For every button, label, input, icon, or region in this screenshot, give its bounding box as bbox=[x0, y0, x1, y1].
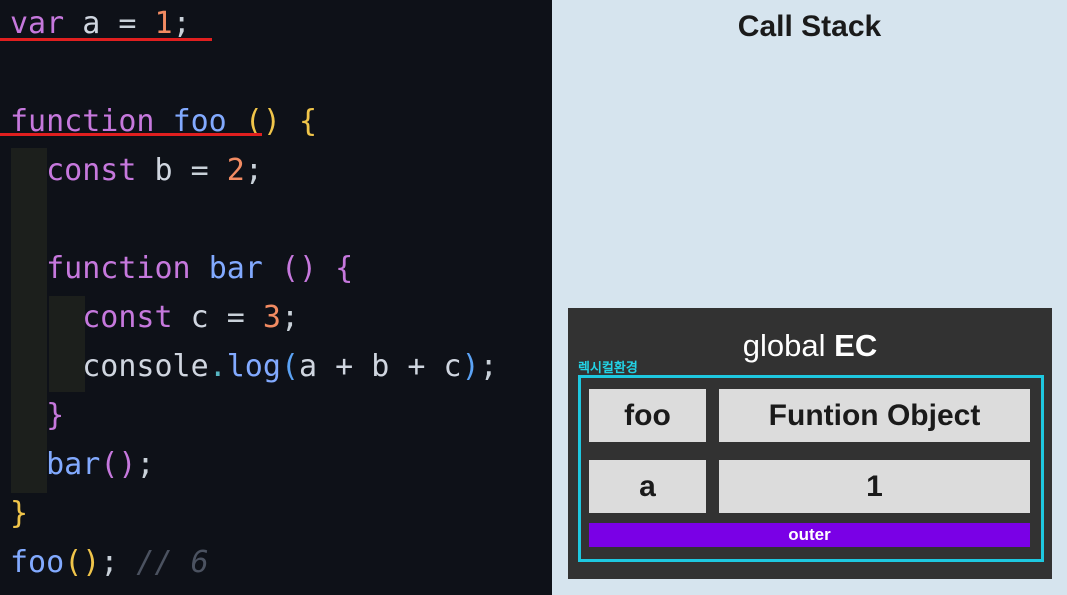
code-token: 2 bbox=[226, 153, 245, 188]
code-token: ; bbox=[280, 300, 299, 335]
ec-title: global EC bbox=[568, 328, 1052, 364]
code-token: 3 bbox=[262, 300, 281, 335]
code-token: { bbox=[335, 251, 354, 286]
code-token: a + b + c bbox=[299, 349, 462, 384]
code-token: b bbox=[154, 153, 173, 188]
record-value-foo: Funtion Object bbox=[719, 389, 1030, 442]
global-execution-context: global EC 렉시컬환경 foo Funtion Object a 1 o… bbox=[568, 308, 1052, 579]
code-token: 1 bbox=[154, 6, 173, 41]
underline-var-a bbox=[0, 38, 212, 41]
code-token: const bbox=[10, 300, 173, 335]
code-token: = bbox=[208, 300, 263, 335]
code-token: } bbox=[10, 496, 29, 531]
code-token: { bbox=[299, 104, 318, 139]
record-name-a: a bbox=[589, 460, 706, 513]
ec-title-strong: EC bbox=[834, 328, 878, 363]
code-line: foo(); // 6 bbox=[10, 539, 209, 587]
code-token: log bbox=[226, 349, 281, 384]
outer-reference: outer bbox=[589, 523, 1030, 547]
code-token: bar bbox=[10, 447, 101, 482]
code-token: ; bbox=[479, 349, 498, 384]
code-line: function foo () { bbox=[10, 98, 317, 146]
code-token: // 6 bbox=[118, 545, 209, 580]
code-token: const bbox=[10, 153, 137, 188]
record-name-foo: foo bbox=[589, 389, 706, 442]
code-token: foo bbox=[10, 545, 65, 580]
code-line: function bar () { bbox=[10, 245, 353, 293]
call-stack-panel: Call Stack global EC 렉시컬환경 foo Funtion O… bbox=[552, 0, 1067, 595]
code-token: bar bbox=[208, 251, 263, 286]
ec-title-prefix: global bbox=[742, 328, 835, 363]
code-token: a bbox=[82, 6, 101, 41]
code-line: const b = 2; bbox=[10, 147, 263, 195]
call-stack-title: Call Stack bbox=[737, 10, 882, 43]
code-token: var bbox=[10, 6, 65, 41]
code-editor[interactable]: var a = 1; function foo () { const b = 2;… bbox=[0, 0, 552, 595]
underline-function-foo bbox=[0, 133, 262, 136]
code-token: = bbox=[172, 153, 227, 188]
code-line: } bbox=[10, 490, 28, 538]
code-token: . bbox=[208, 349, 227, 384]
record-value-a: 1 bbox=[719, 460, 1030, 513]
code-token: () bbox=[280, 251, 318, 286]
code-token: = bbox=[100, 6, 155, 41]
code-token: ) bbox=[461, 349, 480, 384]
code-token: function bbox=[10, 251, 191, 286]
code-line: } bbox=[10, 392, 64, 440]
code-line: bar(); bbox=[10, 441, 155, 489]
code-token: } bbox=[10, 398, 65, 433]
code-token: console bbox=[10, 349, 209, 384]
code-token: c bbox=[190, 300, 209, 335]
code-line: console.log(a + b + c); bbox=[10, 343, 498, 391]
code-token: () bbox=[64, 545, 101, 580]
code-token: ( bbox=[280, 349, 299, 384]
code-token: ; bbox=[172, 6, 191, 41]
code-line: const c = 3; bbox=[10, 294, 299, 342]
code-token: ; bbox=[100, 545, 119, 580]
lexical-environment-label: 렉시컬환경 bbox=[578, 361, 638, 376]
code-token: ; bbox=[136, 447, 155, 482]
lexical-environment: foo Funtion Object a 1 outer bbox=[578, 375, 1044, 562]
code-token: ; bbox=[244, 153, 263, 188]
code-token: () bbox=[100, 447, 137, 482]
